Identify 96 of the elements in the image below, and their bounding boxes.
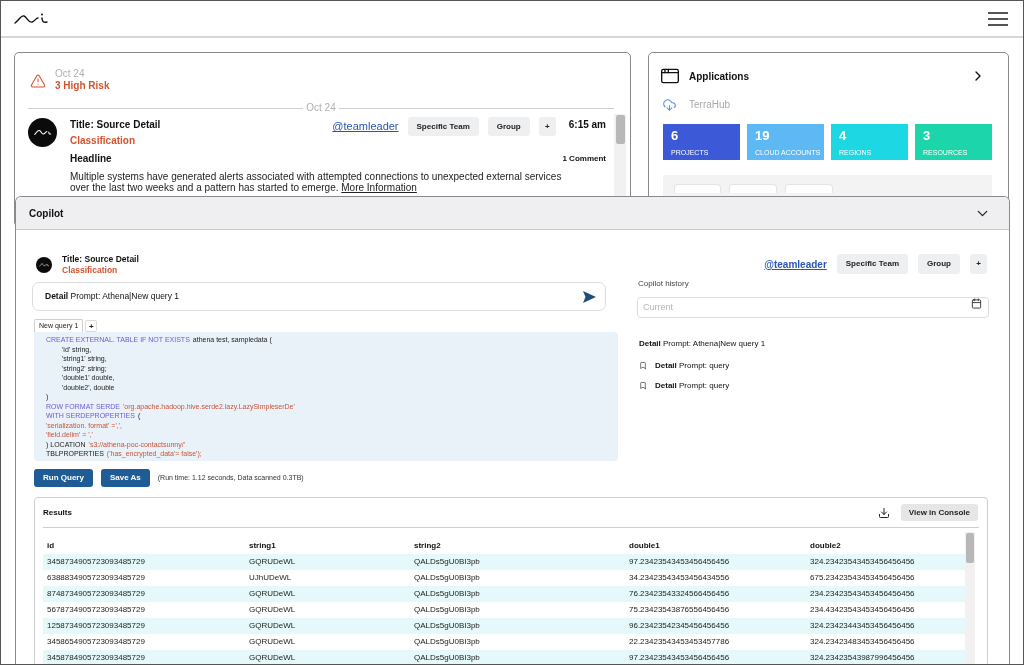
logo-icon: [14, 12, 48, 25]
source-name: TerraHub: [689, 98, 731, 112]
comment-count: 1 Comment: [562, 153, 606, 165]
card-title: Applications: [689, 69, 749, 84]
table-cell-text: QALDs5gU0BI3pb: [413, 620, 481, 632]
column-header: double2: [809, 540, 842, 552]
table-cell-text: GQRUDeWL: [248, 588, 297, 600]
column-header: string1: [248, 540, 277, 552]
avatar-icon: [28, 118, 57, 147]
menu-icon[interactable]: [988, 11, 1008, 26]
stat-value: 19: [755, 128, 771, 143]
date-field[interactable]: Current: [637, 296, 989, 318]
table-cell-text: GQRUDeWL: [248, 556, 297, 568]
view-in-console-button[interactable]: View in Console: [900, 504, 978, 521]
divider-date: Oct 24: [305, 102, 337, 114]
table-cell-text: 675.23423543453456456456: [809, 572, 916, 584]
action-button[interactable]: Run Query: [34, 469, 93, 487]
table-cell-text: GQRUDeWL: [248, 620, 297, 632]
tag-button[interactable]: Specific Team: [407, 117, 479, 136]
avatar-icon: [36, 257, 52, 273]
table-cell-text: QALDs5gU0BI3pb: [413, 572, 481, 584]
item-title: Title: Source Detail: [62, 254, 139, 265]
bookmark-icon[interactable]: [639, 361, 647, 370]
table-cell-text: 324.23423443453456456456: [809, 620, 916, 632]
stat-value: 3: [923, 128, 932, 143]
copilot-header[interactable]: Copilot: [16, 197, 1009, 230]
scrollbar[interactable]: [614, 114, 626, 199]
scrollbar[interactable]: [965, 532, 975, 664]
classification-label: Classification: [70, 134, 137, 148]
table-cell-text: 97.23423543453456456456: [628, 556, 731, 568]
current-prompt: Detail Prompt: Athena|New query 1: [639, 338, 767, 349]
risk-count: 3 High Risk: [55, 80, 110, 92]
results-title: Results: [43, 506, 72, 519]
mention-link[interactable]: @teamleader: [332, 118, 399, 135]
alert-title: Title: Source Detail: [70, 118, 161, 132]
calendar-icon[interactable]: [971, 298, 982, 309]
table-cell-text: 97.23423543453456456456: [628, 652, 731, 664]
cloud-icon: [661, 97, 678, 112]
table-cell-text: 324.23423543987996456456: [809, 652, 916, 664]
history-label: Copilot history: [638, 279, 690, 289]
tag-button[interactable]: +: [970, 254, 987, 274]
table-cell-text: 96.23423542345456456456: [628, 620, 731, 632]
classification-label: Classification: [62, 265, 119, 276]
filter-chip: [729, 184, 777, 193]
column-header: id: [46, 540, 56, 552]
column-header: string2: [413, 540, 442, 552]
table-cell-text: GQRUDeWL: [248, 636, 297, 648]
tag-button[interactable]: Specific Team: [836, 254, 908, 274]
table-cell-text: 3458654905723093485729: [46, 636, 146, 648]
send-icon[interactable]: [583, 290, 596, 303]
alert-description: Multiple systems have generated alerts associated with attempted connections to unexpected external services over the last two weeks and a pattern has started to emerge. More Information: [70, 171, 563, 193]
table-cell-text: QALDs5gU0BI3pb: [413, 588, 481, 600]
table-cell-text: 22.23423543453453457786: [628, 636, 731, 648]
table-cell-text: 3458784905723093485729: [46, 652, 146, 664]
table-cell-text: QALDs5gU0BI3pb: [413, 556, 481, 568]
table-cell-text: 234.43423543453456456456: [809, 604, 916, 616]
stat-value: 4: [839, 128, 848, 143]
warning-icon: [30, 73, 46, 89]
table-cell-text: 324.23423543453456456456: [809, 556, 916, 568]
download-icon[interactable]: [877, 506, 890, 519]
table-cell-text: 8748734905723093485729: [46, 588, 146, 600]
table-cell-text: 5678734905723093485729: [46, 604, 146, 616]
action-button[interactable]: Save As: [100, 469, 150, 487]
mention-link[interactable]: @teamleader: [764, 256, 827, 272]
alert-headline: Headline: [70, 152, 112, 166]
bookmark-icon[interactable]: [639, 381, 647, 390]
tag-button[interactable]: +: [538, 117, 556, 136]
add-tab-button[interactable]: +: [85, 320, 98, 332]
table-cell-text: 234.23423543453456456456: [809, 588, 916, 600]
table-cell-text: 6388834905723093485729: [46, 572, 146, 584]
column-header: double1: [628, 540, 661, 552]
table-cell-text: 3458734905723093485729: [46, 556, 146, 568]
filter-chip: [674, 184, 721, 193]
history-item[interactable]: Detail Prompt: query: [655, 380, 730, 391]
panel-title: Copilot: [29, 206, 64, 221]
table-cell-text: GQRUDeWL: [248, 652, 297, 664]
filter-chip: [785, 184, 833, 193]
alert-time: 6:15 am: [568, 118, 606, 132]
more-information-link[interactable]: More Information: [341, 182, 417, 193]
table-cell-text: 75.23423543876556456456: [628, 604, 731, 616]
history-item[interactable]: Detail Prompt: query: [655, 360, 730, 371]
table-cell-text: QALDs5gU0BI3pb: [413, 604, 481, 616]
stat-value: 6: [671, 128, 680, 143]
table-cell-text: 324.23423483453456456456: [809, 636, 916, 648]
tag-button[interactable]: Group: [918, 254, 960, 274]
window-icon: [660, 66, 680, 86]
prompt-field[interactable]: Detail Prompt: Athena|New query 1: [32, 282, 606, 311]
alert-date: Oct 24: [55, 68, 86, 80]
tag-button[interactable]: Group: [487, 117, 530, 136]
table-cell-text: QALDs5gU0BI3pb: [413, 636, 481, 648]
table-cell-text: 34.23423543453456434556: [628, 572, 731, 584]
table-cell-text: 76.23423543324566456456: [628, 588, 731, 600]
table-cell-text: QALDs5gU0BI3pb: [413, 652, 481, 664]
table-cell-text: 1258734905723093485729: [46, 620, 146, 632]
table-cell-text: UJhUDeWL: [248, 572, 293, 584]
table-cell-text: GQRUDeWL: [248, 604, 297, 616]
